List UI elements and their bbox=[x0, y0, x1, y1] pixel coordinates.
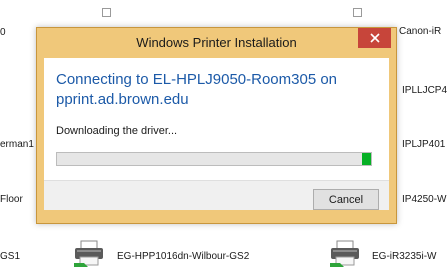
bg-printer-label[interactable]: Floor bbox=[0, 194, 23, 206]
bg-printer-label[interactable]: EG-HPP1016dn-Wilbour-GS2 bbox=[117, 251, 249, 263]
dialog-titlebar[interactable]: Windows Printer Installation bbox=[37, 28, 396, 56]
bg-printer-label[interactable]: IP4250-W bbox=[402, 194, 446, 206]
bg-printer-label[interactable]: IPLLJCP4 bbox=[402, 85, 447, 97]
bg-edge-text: 0 bbox=[0, 27, 6, 38]
close-button[interactable] bbox=[358, 28, 391, 48]
bg-printer-label[interactable]: IPLJP401 bbox=[402, 139, 445, 151]
bg-printer-label[interactable]: Canon-iR bbox=[399, 26, 441, 38]
bg-item-checkbox[interactable] bbox=[102, 8, 111, 17]
progress-bar bbox=[56, 152, 372, 166]
dialog-title: Windows Printer Installation bbox=[136, 35, 297, 50]
status-text: Downloading the driver... bbox=[56, 125, 178, 137]
printer-install-dialog: Windows Printer Installation Connecting … bbox=[36, 27, 397, 224]
close-icon bbox=[369, 33, 380, 43]
progress-fill bbox=[361, 153, 371, 165]
bg-printer-label[interactable]: EG-iR3235i-W bbox=[372, 251, 436, 263]
cancel-button[interactable]: Cancel bbox=[313, 189, 379, 210]
printer-icon[interactable] bbox=[72, 239, 106, 267]
connection-heading: Connecting to EL-HPLJ9050-Room305 on ppr… bbox=[56, 71, 338, 108]
printer-icon[interactable] bbox=[328, 239, 362, 267]
bg-printer-label[interactable]: erman1 bbox=[0, 139, 34, 151]
dialog-footer: Cancel bbox=[44, 180, 389, 210]
dialog-content: Connecting to EL-HPLJ9050-Room305 on ppr… bbox=[44, 58, 389, 210]
bg-item-checkbox[interactable] bbox=[353, 8, 362, 17]
bg-printer-label[interactable]: GS1 bbox=[0, 251, 20, 263]
